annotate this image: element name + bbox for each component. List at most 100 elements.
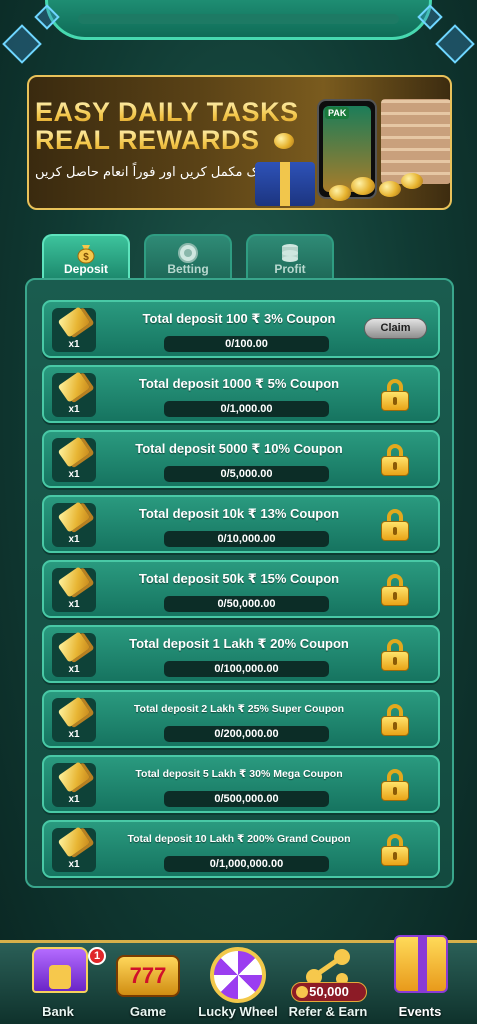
coupon-quantity: x1 [68,729,80,740]
coupon-slot: x1 [52,306,96,352]
lock-icon [381,379,409,411]
task-progress: 0/5,000.00 [164,466,329,482]
coupon-ticket-icon [57,826,91,858]
task-title: Total deposit 100 ₹ 3% Coupon [142,311,336,326]
task-progress: 0/100,000.00 [164,661,329,677]
task-progress: 0/1,000.00 [164,401,329,417]
banner-headline-2: REAL REWARDS [35,125,260,155]
lock-icon [381,704,409,736]
left-diamond-icon [2,24,42,64]
claim-button[interactable]: Claim [364,318,427,339]
tab-deposit[interactable]: $ Deposit [42,234,130,278]
banner-headline-1: EASY DAILY TASKS [35,97,299,127]
notification-badge: 1 [88,947,106,965]
refer-network-icon [306,949,350,985]
coupon-quantity: x1 [68,859,80,870]
nav-events[interactable]: Events [380,935,460,1024]
coupon-slot: x1 [52,436,96,482]
coupon-ticket-icon [57,371,91,403]
coupon-slot: x1 [52,826,96,872]
coupon-quantity: x1 [68,664,80,675]
coupon-ticket-icon [57,696,91,728]
nav-refer-earn-label: Refer & Earn [288,1004,368,1019]
nav-game-label: Game [129,1004,167,1019]
tab-betting-label: Betting [167,262,209,276]
chip-icon [178,243,198,263]
coupon-ticket-icon [57,631,91,663]
nav-events-label: Events [398,1004,442,1019]
task-title: Total deposit 5 Lakh ₹ 30% Mega Coupon [135,768,343,780]
coin-stack-icon [282,244,298,262]
task-row: x1 Total deposit 5 Lakh ₹ 30% Mega Coupo… [42,755,440,813]
tab-profit-label: Profit [274,262,306,276]
lucky-wheel-icon [210,947,266,1003]
task-row: x1 Total deposit 5000 ₹ 10% Coupon 0/5,0… [42,430,440,488]
lock-icon [381,639,409,671]
coupon-ticket-icon [57,436,91,468]
promo-banner[interactable]: EASY DAILY TASKS REAL REWARDS آج ایک مکم… [27,75,452,210]
task-progress: 0/500,000.00 [164,791,329,807]
tab-deposit-label: Deposit [63,262,108,276]
gift-events-icon [394,935,448,993]
task-row: x1 Total deposit 2 Lakh ₹ 25% Super Coup… [42,690,440,748]
coupon-slot: x1 [52,696,96,742]
coupon-slot: x1 [52,371,96,417]
lock-icon [381,769,409,801]
task-progress: 0/10,000.00 [164,531,329,547]
nav-lucky-wheel-label: Lucky Wheel [198,1004,278,1019]
coupon-quantity: x1 [68,599,80,610]
task-title: Total deposit 5000 ₹ 10% Coupon [135,441,343,456]
refer-amount-badge: 50,000 [291,982,367,1002]
tab-betting[interactable]: Betting [144,234,232,278]
coupon-slot: x1 [52,501,96,547]
task-row: x1 Total deposit 1 Lakh ₹ 20% Coupon 0/1… [42,625,440,683]
task-row: x1 Total deposit 1000 ₹ 5% Coupon 0/1,00… [42,365,440,423]
coin-icon [401,173,423,189]
coin-icon [379,181,401,197]
lock-icon [381,834,409,866]
task-title: Total deposit 1 Lakh ₹ 20% Coupon [129,636,349,651]
right-diamond-icon [435,24,475,64]
task-progress: 0/100.00 [164,336,329,352]
slot-machine-icon: 777 [116,955,180,997]
task-title: Total deposit 1000 ₹ 5% Coupon [138,376,340,391]
tab-profit[interactable]: Profit [246,234,334,278]
task-row: x1 Total deposit 100 ₹ 3% Coupon 0/100.0… [42,300,440,358]
cash-stack-icon [381,99,450,184]
refer-amount: 50,000 [309,984,349,999]
bottom-nav: 1 Bank 777 Game Lucky Wheel Refer & Earn… [0,935,477,1024]
nav-bank-label: Bank [42,1004,74,1019]
task-title: Total deposit 10 Lakh ₹ 200% Grand Coupo… [127,833,351,845]
coupon-quantity: x1 [68,469,80,480]
top-header-decoration [45,0,432,40]
coupon-quantity: x1 [68,534,80,545]
bank-icon [32,947,88,993]
coupon-ticket-icon [57,306,91,338]
coupon-quantity: x1 [68,404,80,415]
nav-lucky-wheel[interactable]: Lucky Wheel [198,943,278,1024]
lock-icon [381,574,409,606]
coin-icon [351,177,375,195]
coupon-slot: x1 [52,631,96,677]
task-title: Total deposit 50k ₹ 15% Coupon [138,571,340,586]
task-row: x1 Total deposit 10 Lakh ₹ 200% Grand Co… [42,820,440,878]
task-row: x1 Total deposit 10k ₹ 13% Coupon 0/10,0… [42,495,440,553]
banner-subtitle: آج ایک مکمل کریں اور فوراً انعام حاصل کر… [35,165,282,180]
coin-icon [296,986,308,998]
coupon-slot: x1 [52,566,96,612]
task-progress: 0/50,000.00 [164,596,329,612]
lock-icon [381,444,409,476]
coupon-ticket-icon [57,501,91,533]
coupon-quantity: x1 [68,339,80,350]
nav-game[interactable]: 777 Game [108,943,188,1024]
coin-icon [274,133,294,149]
money-bag-icon: $ [77,245,95,264]
task-progress: 0/200,000.00 [164,726,329,742]
coupon-quantity: x1 [68,794,80,805]
gift-box-icon [255,162,315,206]
nav-bank[interactable]: 1 Bank [18,943,106,1024]
coupon-ticket-icon [57,761,91,793]
task-panel: x1 Total deposit 100 ₹ 3% Coupon 0/100.0… [25,278,454,888]
lock-icon [381,509,409,541]
coupon-ticket-icon [57,566,91,598]
